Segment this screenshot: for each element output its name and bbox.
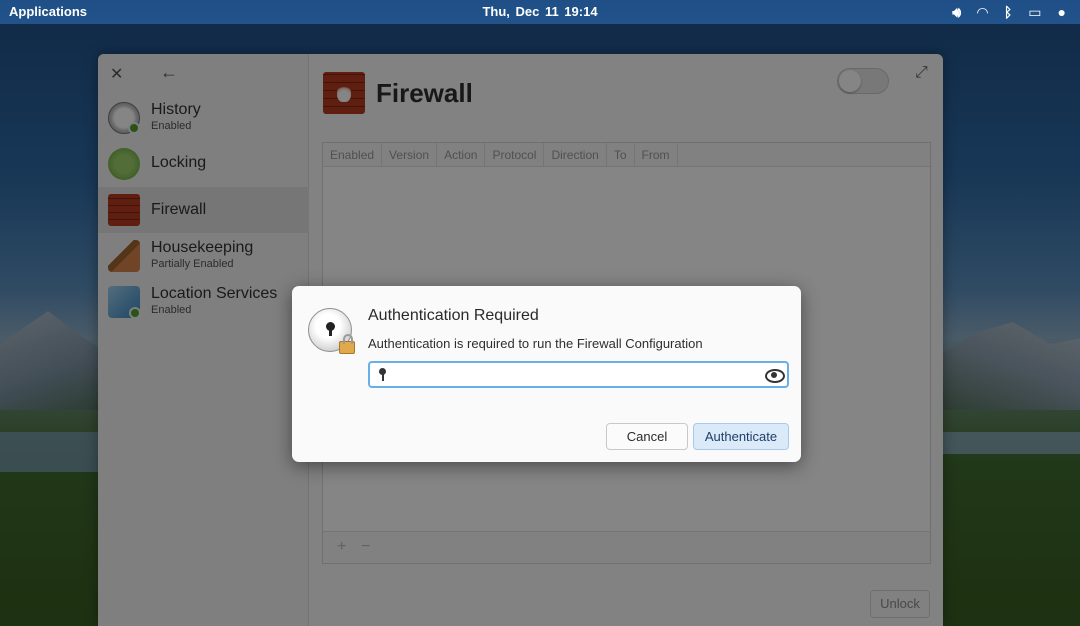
- panel-clock[interactable]: Thu, Dec 11 19:14: [0, 4, 1080, 19]
- volume-icon[interactable]: 🔊︎: [952, 2, 961, 22]
- dialog-message: Authentication is required to run the Fi…: [368, 336, 703, 351]
- battery-icon[interactable]: ▭: [1028, 2, 1041, 22]
- wifi-icon[interactable]: ◠: [977, 2, 988, 22]
- show-password-eye-icon[interactable]: [765, 367, 785, 383]
- key-icon: [378, 366, 388, 384]
- padlock-icon: [339, 334, 355, 354]
- cancel-button[interactable]: Cancel: [606, 423, 688, 450]
- keyhole-icon: [326, 322, 335, 336]
- dialog-title: Authentication Required: [368, 307, 539, 324]
- bluetooth-icon[interactable]: ᛒ: [1004, 2, 1012, 22]
- top-panel: Applications Thu, Dec 11 19:14 🔊︎ ◠ ᛒ ▭ …: [0, 0, 1080, 24]
- password-input[interactable]: [392, 364, 762, 385]
- authentication-dialog: Authentication Required Authentication i…: [292, 286, 801, 462]
- system-tray: 🔊︎ ◠ ᛒ ▭ ●: [952, 2, 1066, 22]
- authenticate-button[interactable]: Authenticate: [693, 423, 789, 450]
- keyhole-lock-icon: [308, 308, 355, 354]
- notification-icon[interactable]: ●: [1058, 2, 1066, 22]
- password-field[interactable]: [368, 361, 789, 388]
